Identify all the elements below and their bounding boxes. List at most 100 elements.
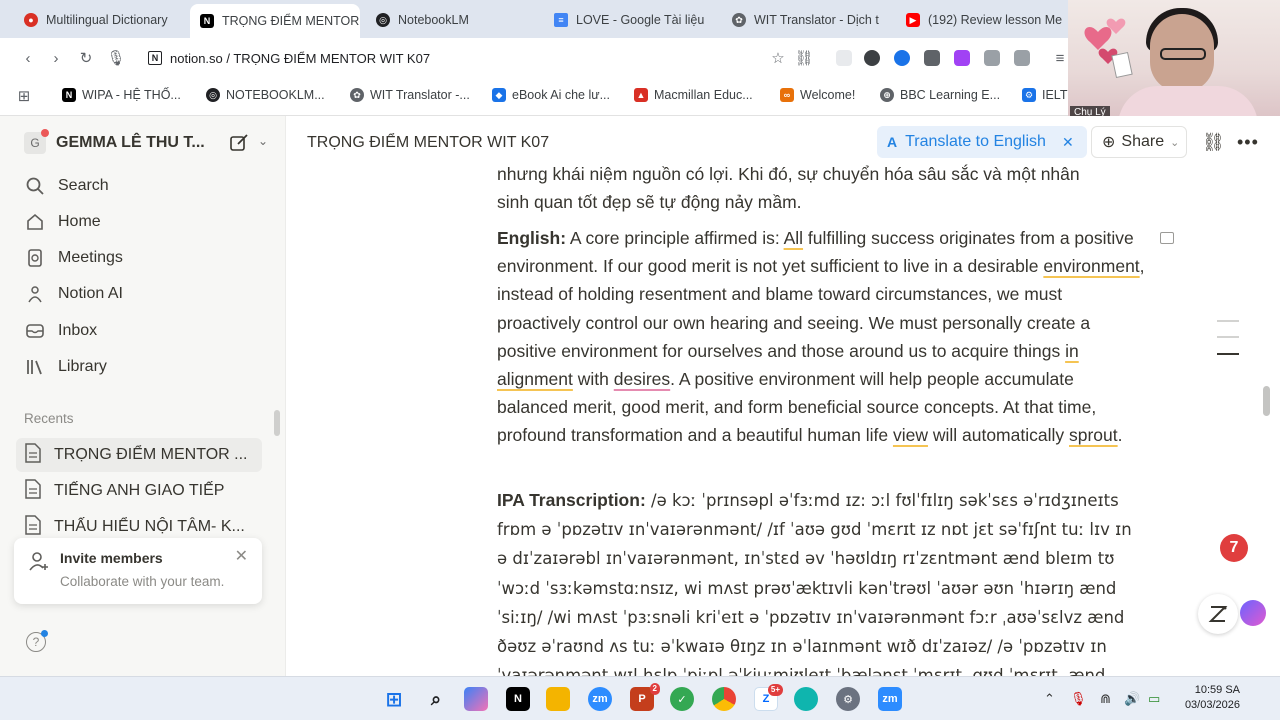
- app-leaf-icon[interactable]: ✓: [670, 687, 694, 711]
- close-icon[interactable]: ✕: [1062, 134, 1074, 151]
- notion-ai-button[interactable]: [1198, 594, 1238, 634]
- home-icon: [24, 211, 46, 233]
- text-run: .: [1117, 425, 1123, 446]
- zalo-icon[interactable]: Z 5+: [754, 684, 783, 711]
- notification-dot: [41, 630, 48, 637]
- toc-marker-current[interactable]: [1217, 353, 1239, 355]
- ielts-icon: ⚙: [1022, 88, 1036, 102]
- bookmark-item[interactable]: ✿ WIT Translator -...: [350, 88, 470, 102]
- windows-start-icon[interactable]: ⊞: [382, 687, 406, 711]
- chrome-icon[interactable]: [712, 687, 736, 711]
- apps-grid-icon[interactable]: ⊞: [14, 86, 34, 106]
- browser-tab-wit-translator[interactable]: ✿ WIT Translator - Dịch t: [722, 6, 892, 34]
- text-run: A core principle affirmed is:: [566, 228, 784, 248]
- browser-tab-notion[interactable]: N TRỌNG ĐIỂM MENTOR: [190, 4, 360, 38]
- chevron-down-icon[interactable]: ⌄: [258, 134, 268, 148]
- person-glasses: [1160, 48, 1206, 60]
- bookmark-item[interactable]: ◆ eBook Ai che lư...: [492, 88, 610, 102]
- breadcrumb[interactable]: TRỌNG ĐIỂM MENTOR WIT K07: [307, 134, 549, 152]
- ipa-paragraph[interactable]: IPA Transcription: /ə kɔː ˈprɪnsəpl əˈfɜ…: [497, 486, 1147, 676]
- mic-muted-icon[interactable]: 🎙: [1070, 691, 1087, 707]
- menu-icon[interactable]: ≡: [1050, 48, 1070, 68]
- reload-icon[interactable]: ↻: [76, 48, 96, 68]
- english-paragraph[interactable]: English: A core principle affirmed is: A…: [497, 224, 1147, 450]
- toc-marker[interactable]: [1217, 336, 1239, 338]
- puzzle-extension-icon[interactable]: [984, 50, 1000, 66]
- app-swirl-icon[interactable]: [794, 687, 818, 711]
- sidebar-item-library[interactable]: Library: [24, 353, 107, 381]
- chevron-up-icon[interactable]: ⌃: [1044, 691, 1055, 707]
- globe-icon: ⊕: [1102, 134, 1116, 151]
- invite-members-popup[interactable]: Invite members Collaborate with your tea…: [14, 538, 262, 604]
- notion-icon: N: [62, 88, 76, 102]
- zoom-meeting-icon[interactable]: zm: [878, 687, 902, 711]
- new-page-icon[interactable]: [228, 132, 250, 154]
- sidebar-item-search[interactable]: Search: [24, 172, 109, 200]
- volume-icon[interactable]: 🔊: [1124, 691, 1140, 707]
- tab-title: LOVE - Google Tài liệu: [576, 13, 705, 27]
- forward-arrow-icon[interactable]: ›: [46, 48, 66, 68]
- lens-extension-icon[interactable]: [836, 50, 852, 66]
- youtube-favicon-icon: ▶: [906, 13, 920, 27]
- bookmark-item[interactable]: ⚙ IELT: [1022, 88, 1067, 102]
- zoom-app-icon[interactable]: zm: [588, 687, 612, 711]
- sidebar-item-inbox[interactable]: Inbox: [24, 317, 97, 345]
- k-extension-icon[interactable]: [864, 50, 880, 66]
- ipa-label: IPA Transcription:: [497, 490, 646, 510]
- notion-app-icon[interactable]: N: [506, 687, 530, 711]
- wifi-icon[interactable]: ⋒: [1100, 691, 1111, 707]
- ai-extension-icon[interactable]: [954, 50, 970, 66]
- screenshot-extension-icon[interactable]: [924, 50, 940, 66]
- link-icon[interactable]: ⛓: [794, 48, 814, 68]
- sidebar-item-label: Home: [58, 213, 101, 230]
- recent-item[interactable]: TIẾNG ANH GIAO TIẾP: [16, 474, 262, 508]
- bookmark-item[interactable]: N WIPA - HỆ THỐ...: [62, 88, 181, 102]
- vietnamese-paragraph-tail[interactable]: nhưng khái niệm nguồn có lợi. Khi đó, sự…: [497, 160, 1147, 216]
- notification-badge[interactable]: 7: [1220, 534, 1248, 562]
- sidebar-item-notion-ai[interactable]: Notion AI: [24, 280, 123, 308]
- bookmark-label: Welcome!: [800, 88, 856, 102]
- browser-tab-google-docs[interactable]: ≡ LOVE - Google Tài liệu: [544, 6, 714, 34]
- system-clock[interactable]: 10:59 SA 03/03/2026: [1180, 683, 1240, 713]
- file-explorer-icon[interactable]: [546, 687, 570, 711]
- notification-dot: [41, 129, 49, 137]
- microphone-icon[interactable]: 🎙: [106, 48, 126, 68]
- copy-link-icon[interactable]: ⛓: [1202, 132, 1225, 153]
- bookmark-item[interactable]: ▲ Macmillan Educ...: [634, 88, 753, 102]
- translate-button[interactable]: A Translate to English ✕: [877, 126, 1087, 158]
- page-scrollbar[interactable]: [1263, 386, 1270, 416]
- sidebar-item-meetings[interactable]: Meetings: [24, 244, 123, 272]
- comment-icon[interactable]: [1160, 232, 1174, 244]
- bookmark-star-icon[interactable]: ☆: [768, 48, 788, 68]
- bookmark-item[interactable]: ◎ NOTEBOOKLM...: [206, 88, 325, 102]
- help-icon[interactable]: ?: [26, 630, 48, 652]
- browser-tab-youtube[interactable]: ▶ (192) Review lesson Me: [896, 6, 1066, 34]
- tab-title: (192) Review lesson Me: [928, 13, 1063, 27]
- share-button[interactable]: ⊕ Share ⌄: [1091, 126, 1187, 158]
- powerpoint-icon[interactable]: P2: [630, 683, 660, 711]
- search-icon[interactable]: ⌕: [424, 687, 448, 711]
- sidebar-item-label: Notion AI: [58, 285, 123, 302]
- settings-gear-icon[interactable]: ⚙: [836, 687, 860, 711]
- recent-item[interactable]: TRỌNG ĐIỂM MENTOR ...: [16, 438, 262, 472]
- assistant-extension-icon[interactable]: [1240, 600, 1266, 626]
- back-arrow-icon[interactable]: ‹: [18, 48, 38, 68]
- toc-marker[interactable]: [1217, 320, 1239, 322]
- bookmark-item[interactable]: ⊕ BBC Learning E...: [880, 88, 1000, 102]
- translate-extension-icon[interactable]: [894, 50, 910, 66]
- copilot-icon[interactable]: [464, 687, 488, 711]
- sidebar-scrollbar[interactable]: [274, 410, 280, 436]
- paragraph-line: nhưng khái niệm nguồn có lợi. Khi đó, sự…: [497, 164, 1080, 184]
- sidebar-item-home[interactable]: Home: [24, 208, 101, 236]
- media-extension-icon[interactable]: [1014, 50, 1030, 66]
- more-options-icon[interactable]: •••: [1237, 132, 1259, 153]
- chevron-down-icon: ⌄: [1170, 136, 1180, 149]
- battery-icon[interactable]: ▭: [1148, 691, 1160, 707]
- close-icon[interactable]: ✕: [235, 546, 248, 566]
- browser-tab-notebooklm[interactable]: ◎ NotebookLM: [366, 6, 536, 34]
- highlighted-word: view: [892, 425, 928, 446]
- clock-time: 10:59 SA: [1194, 684, 1240, 696]
- workspace-switcher[interactable]: G GEMMA LÊ THU T...: [24, 129, 205, 154]
- bookmark-item[interactable]: ∞ Welcome!: [780, 88, 855, 102]
- browser-tab-dictionary[interactable]: ● Multilingual Dictionary: [14, 6, 186, 34]
